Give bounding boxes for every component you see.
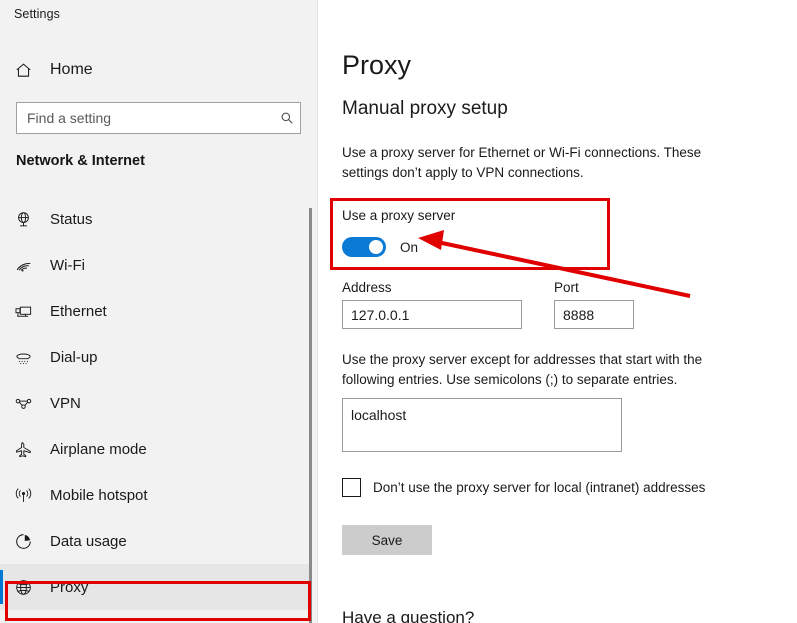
main-content: Proxy Manual proxy setup Use a proxy ser… — [318, 0, 797, 623]
sidebar-item-mobile-hotspot-label: Mobile hotspot — [50, 486, 148, 504]
sidebar-item-airplane-mode[interactable]: Airplane mode — [0, 426, 312, 472]
sidebar-scrollbar[interactable] — [309, 208, 312, 623]
sidebar-item-proxy-label: Proxy — [50, 578, 89, 596]
footer-question: Have a question? — [342, 608, 475, 623]
airplane-icon — [14, 440, 44, 459]
sidebar-item-vpn-label: VPN — [50, 394, 81, 412]
sidebar-item-ethernet-label: Ethernet — [50, 302, 107, 320]
sidebar-item-proxy[interactable]: Proxy — [0, 564, 312, 610]
sidebar-item-status[interactable]: Status — [0, 196, 312, 242]
settings-window: Settings Home Network & Internet — [0, 0, 797, 623]
toggle-knob — [369, 240, 383, 254]
use-proxy-label: Use a proxy server — [342, 208, 456, 223]
home-icon — [14, 61, 42, 80]
sidebar-item-ethernet[interactable]: Ethernet — [0, 288, 312, 334]
sidebar-item-data-usage-label: Data usage — [50, 532, 127, 550]
bypass-local-checkbox[interactable] — [342, 478, 361, 497]
port-label: Port — [554, 280, 579, 295]
globe-icon — [14, 578, 44, 597]
bypass-local-label: Don’t use the proxy server for local (in… — [373, 480, 706, 495]
save-button[interactable]: Save — [342, 525, 432, 555]
sidebar-item-mobile-hotspot[interactable]: Mobile hotspot — [0, 472, 312, 518]
app-title: Settings — [14, 7, 60, 21]
address-input[interactable] — [342, 300, 522, 329]
use-proxy-toggle-row: On — [342, 237, 455, 257]
sidebar-item-dialup-label: Dial-up — [50, 348, 98, 366]
title-bar: Settings — [0, 0, 318, 32]
sidebar-item-data-usage[interactable]: Data usage — [0, 518, 312, 564]
sidebar-item-home-label: Home — [50, 61, 93, 78]
port-input[interactable] — [554, 300, 634, 329]
sidebar-item-wifi-label: Wi-Fi — [50, 256, 85, 274]
sidebar-item-wifi[interactable]: Wi-Fi — [0, 242, 312, 288]
bypass-local-row[interactable]: Don’t use the proxy server for local (in… — [342, 478, 705, 497]
exceptions-description: Use the proxy server except for addresse… — [342, 352, 703, 387]
sidebar-heading: Network & Internet — [16, 153, 145, 169]
section-description: Use a proxy server for Ethernet or Wi-Fi… — [342, 145, 702, 180]
use-proxy-toggle[interactable] — [342, 237, 386, 257]
use-proxy-block: Use a proxy server On — [342, 208, 455, 257]
sidebar: Settings Home Network & Internet — [0, 0, 318, 623]
search-input[interactable] — [17, 103, 274, 133]
exceptions-input[interactable] — [342, 398, 622, 452]
sidebar-item-status-label: Status — [50, 210, 93, 228]
pie-chart-icon — [14, 532, 44, 551]
ethernet-icon — [14, 302, 44, 321]
use-proxy-state-label: On — [400, 239, 419, 255]
address-label: Address — [342, 280, 392, 295]
search-icon[interactable] — [274, 111, 300, 125]
sidebar-nav: Status Wi-Fi Ethernet Dial-up VPN Airpla… — [0, 196, 312, 610]
wifi-icon — [14, 256, 44, 275]
port-field-group: Port — [554, 280, 634, 329]
dialup-phone-icon — [14, 348, 44, 367]
page-title: Proxy — [342, 50, 412, 80]
address-port-row: Address Port — [342, 280, 634, 329]
hotspot-icon — [14, 486, 44, 505]
search-box[interactable] — [16, 102, 301, 134]
vpn-icon — [14, 394, 44, 413]
sidebar-item-dialup[interactable]: Dial-up — [0, 334, 312, 380]
sidebar-item-vpn[interactable]: VPN — [0, 380, 312, 426]
sidebar-item-airplane-mode-label: Airplane mode — [50, 440, 147, 458]
globe-status-icon — [14, 210, 44, 229]
sidebar-item-home[interactable]: Home — [0, 50, 318, 90]
section-title: Manual proxy setup — [342, 98, 508, 119]
address-field-group: Address — [342, 280, 522, 329]
